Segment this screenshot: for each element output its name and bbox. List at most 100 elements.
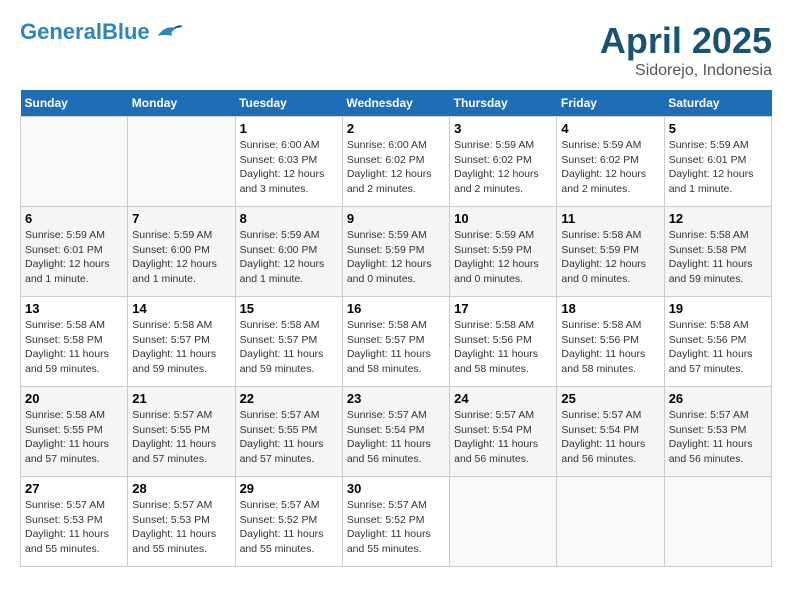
day-info: Sunrise: 5:58 AM Sunset: 5:56 PM Dayligh… [669,318,767,377]
day-info: Sunrise: 6:00 AM Sunset: 6:02 PM Dayligh… [347,138,445,197]
calendar-cell [450,477,557,567]
day-number: 14 [132,301,230,316]
calendar-cell [21,117,128,207]
day-number: 27 [25,481,123,496]
calendar-cell: 1Sunrise: 6:00 AM Sunset: 6:03 PM Daylig… [235,117,342,207]
day-number: 7 [132,211,230,226]
day-number: 8 [240,211,338,226]
day-number: 20 [25,391,123,406]
calendar-cell: 24 Sunrise: 5:57 AM Sunset: 5:54 PM Dayli… [450,387,557,477]
week-row-3: 13Sunrise: 5:58 AM Sunset: 5:58 PM Dayli… [21,297,772,387]
calendar-cell: 22 Sunrise: 5:57 AM Sunset: 5:55 PM Dayli… [235,387,342,477]
month-title: April 2025 [600,20,772,62]
day-info: Sunrise: 5:59 AM Sunset: 5:59 PM Dayligh… [454,228,552,287]
calendar-cell: 12 Sunrise: 5:58 AM Sunset: 5:58 PM Dayli… [664,207,771,297]
day-info: Sunrise: 5:58 AM Sunset: 5:58 PM Dayligh… [669,228,767,287]
header-day-saturday: Saturday [664,90,771,117]
calendar-cell: 8 Sunrise: 5:59 AM Sunset: 6:00 PM Daylig… [235,207,342,297]
header-day-monday: Monday [128,90,235,117]
calendar-cell: 3Sunrise: 5:59 AM Sunset: 6:02 PM Daylig… [450,117,557,207]
calendar-cell: 19 Sunrise: 5:58 AM Sunset: 5:56 PM Dayli… [664,297,771,387]
calendar-cell [557,477,664,567]
calendar-cell: 9 Sunrise: 5:59 AM Sunset: 5:59 PM Daylig… [342,207,449,297]
day-info: Sunrise: 5:57 AM Sunset: 5:54 PM Dayligh… [454,408,552,467]
day-info: Sunrise: 5:58 AM Sunset: 5:57 PM Dayligh… [132,318,230,377]
day-info: Sunrise: 5:59 AM Sunset: 5:59 PM Dayligh… [347,228,445,287]
day-info: Sunrise: 5:59 AM Sunset: 6:00 PM Dayligh… [132,228,230,287]
calendar-cell: 21Sunrise: 5:57 AM Sunset: 5:55 PM Dayli… [128,387,235,477]
day-info: Sunrise: 5:58 AM Sunset: 5:57 PM Dayligh… [240,318,338,377]
calendar-cell: 28 Sunrise: 5:57 AM Sunset: 5:53 PM Dayli… [128,477,235,567]
header-day-thursday: Thursday [450,90,557,117]
day-number: 6 [25,211,123,226]
day-info: Sunrise: 5:58 AM Sunset: 5:59 PM Dayligh… [561,228,659,287]
logo-bird-icon [154,20,184,44]
day-number: 25 [561,391,659,406]
day-info: Sunrise: 5:58 AM Sunset: 5:58 PM Dayligh… [25,318,123,377]
day-number: 23 [347,391,445,406]
logo-line2: Blue [102,19,150,44]
location-subtitle: Sidorejo, Indonesia [600,62,772,80]
week-row-2: 6Sunrise: 5:59 AM Sunset: 6:01 PM Daylig… [21,207,772,297]
week-row-1: 1Sunrise: 6:00 AM Sunset: 6:03 PM Daylig… [21,117,772,207]
day-info: Sunrise: 6:00 AM Sunset: 6:03 PM Dayligh… [240,138,338,197]
day-info: Sunrise: 5:57 AM Sunset: 5:53 PM Dayligh… [669,408,767,467]
day-info: Sunrise: 5:58 AM Sunset: 5:55 PM Dayligh… [25,408,123,467]
header-row: SundayMondayTuesdayWednesdayThursdayFrid… [21,90,772,117]
day-number: 2 [347,121,445,136]
day-number: 29 [240,481,338,496]
header-day-friday: Friday [557,90,664,117]
day-info: Sunrise: 5:59 AM Sunset: 6:02 PM Dayligh… [561,138,659,197]
week-row-5: 27 Sunrise: 5:57 AM Sunset: 5:53 PM Dayli… [21,477,772,567]
calendar-cell: 10Sunrise: 5:59 AM Sunset: 5:59 PM Dayli… [450,207,557,297]
day-number: 28 [132,481,230,496]
logo-text: GeneralBlue [20,20,150,44]
day-info: Sunrise: 5:57 AM Sunset: 5:54 PM Dayligh… [561,408,659,467]
calendar-cell: 5Sunrise: 5:59 AM Sunset: 6:01 PM Daylig… [664,117,771,207]
day-number: 18 [561,301,659,316]
calendar-cell: 6Sunrise: 5:59 AM Sunset: 6:01 PM Daylig… [21,207,128,297]
day-info: Sunrise: 5:57 AM Sunset: 5:53 PM Dayligh… [132,498,230,557]
calendar-cell: 11 Sunrise: 5:58 AM Sunset: 5:59 PM Dayli… [557,207,664,297]
day-number: 22 [240,391,338,406]
calendar-body: 1Sunrise: 6:00 AM Sunset: 6:03 PM Daylig… [21,117,772,567]
day-info: Sunrise: 5:58 AM Sunset: 5:57 PM Dayligh… [347,318,445,377]
day-info: Sunrise: 5:58 AM Sunset: 5:56 PM Dayligh… [454,318,552,377]
calendar-cell: 4Sunrise: 5:59 AM Sunset: 6:02 PM Daylig… [557,117,664,207]
day-number: 19 [669,301,767,316]
day-number: 30 [347,481,445,496]
calendar-cell: 17 Sunrise: 5:58 AM Sunset: 5:56 PM Dayli… [450,297,557,387]
day-number: 9 [347,211,445,226]
calendar-cell [128,117,235,207]
header-day-wednesday: Wednesday [342,90,449,117]
logo: GeneralBlue [20,20,184,44]
day-number: 17 [454,301,552,316]
calendar-cell: 27 Sunrise: 5:57 AM Sunset: 5:53 PM Dayli… [21,477,128,567]
day-info: Sunrise: 5:57 AM Sunset: 5:52 PM Dayligh… [240,498,338,557]
page-header: GeneralBlue April 2025 Sidorejo, Indones… [20,20,772,80]
day-info: Sunrise: 5:57 AM Sunset: 5:54 PM Dayligh… [347,408,445,467]
logo-line1: General [20,19,102,44]
calendar-cell: 7 Sunrise: 5:59 AM Sunset: 6:00 PM Daylig… [128,207,235,297]
week-row-4: 20 Sunrise: 5:58 AM Sunset: 5:55 PM Dayli… [21,387,772,477]
calendar-cell: 23 Sunrise: 5:57 AM Sunset: 5:54 PM Dayli… [342,387,449,477]
day-number: 24 [454,391,552,406]
calendar-header: SundayMondayTuesdayWednesdayThursdayFrid… [21,90,772,117]
calendar-table: SundayMondayTuesdayWednesdayThursdayFrid… [20,90,772,567]
calendar-cell: 15Sunrise: 5:58 AM Sunset: 5:57 PM Dayli… [235,297,342,387]
day-info: Sunrise: 5:57 AM Sunset: 5:53 PM Dayligh… [25,498,123,557]
day-number: 26 [669,391,767,406]
calendar-cell: 26 Sunrise: 5:57 AM Sunset: 5:53 PM Dayli… [664,387,771,477]
calendar-cell: 14 Sunrise: 5:58 AM Sunset: 5:57 PM Dayli… [128,297,235,387]
day-number: 11 [561,211,659,226]
day-number: 16 [347,301,445,316]
calendar-cell: 30Sunrise: 5:57 AM Sunset: 5:52 PM Dayli… [342,477,449,567]
day-info: Sunrise: 5:59 AM Sunset: 6:00 PM Dayligh… [240,228,338,287]
day-number: 12 [669,211,767,226]
calendar-cell: 18Sunrise: 5:58 AM Sunset: 5:56 PM Dayli… [557,297,664,387]
calendar-cell: 25 Sunrise: 5:57 AM Sunset: 5:54 PM Dayli… [557,387,664,477]
day-info: Sunrise: 5:59 AM Sunset: 6:02 PM Dayligh… [454,138,552,197]
header-day-sunday: Sunday [21,90,128,117]
day-info: Sunrise: 5:57 AM Sunset: 5:55 PM Dayligh… [240,408,338,467]
calendar-cell: 16 Sunrise: 5:58 AM Sunset: 5:57 PM Dayli… [342,297,449,387]
